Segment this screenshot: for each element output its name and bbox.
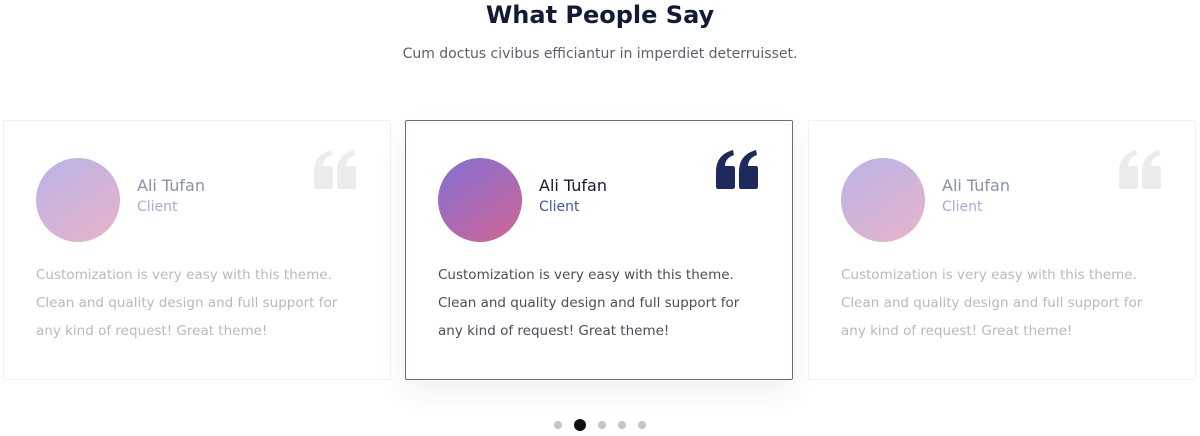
- quote-icon: [714, 150, 760, 190]
- testimonial-card[interactable]: Ali Tufan Client Customization is very e…: [808, 120, 1196, 380]
- avatar: [438, 158, 522, 242]
- section-subtitle: Cum doctus civibus efficiantur in imperd…: [402, 46, 798, 62]
- pagination-dot-2[interactable]: [574, 419, 586, 431]
- testimonial-text: Customization is very easy with this the…: [36, 267, 338, 339]
- testimonial-card[interactable]: Ali Tufan Client Customization is very e…: [3, 120, 391, 380]
- testimonial-role: Client: [137, 199, 178, 215]
- avatar: [841, 158, 925, 242]
- carousel-pagination: [0, 419, 1200, 433]
- testimonial-card-active[interactable]: Ali Tufan Client Customization is very e…: [405, 120, 793, 380]
- testimonial-role: Client: [539, 199, 580, 215]
- pagination-dot-1[interactable]: [554, 421, 562, 429]
- pagination-dot-4[interactable]: [618, 421, 626, 429]
- testimonial-name: Ali Tufan: [942, 176, 1010, 195]
- pagination-dot-5[interactable]: [638, 421, 646, 429]
- section-title: What People Say: [485, 1, 715, 29]
- pagination-dot-3[interactable]: [598, 421, 606, 429]
- quote-icon: [312, 150, 358, 190]
- testimonial-name: Ali Tufan: [137, 176, 205, 195]
- quote-icon: [1117, 150, 1163, 190]
- testimonial-text: Customization is very easy with this the…: [841, 267, 1143, 339]
- testimonial-name: Ali Tufan: [539, 176, 607, 195]
- testimonial-role: Client: [942, 199, 983, 215]
- avatar: [36, 158, 120, 242]
- testimonial-text: Customization is very easy with this the…: [438, 267, 740, 339]
